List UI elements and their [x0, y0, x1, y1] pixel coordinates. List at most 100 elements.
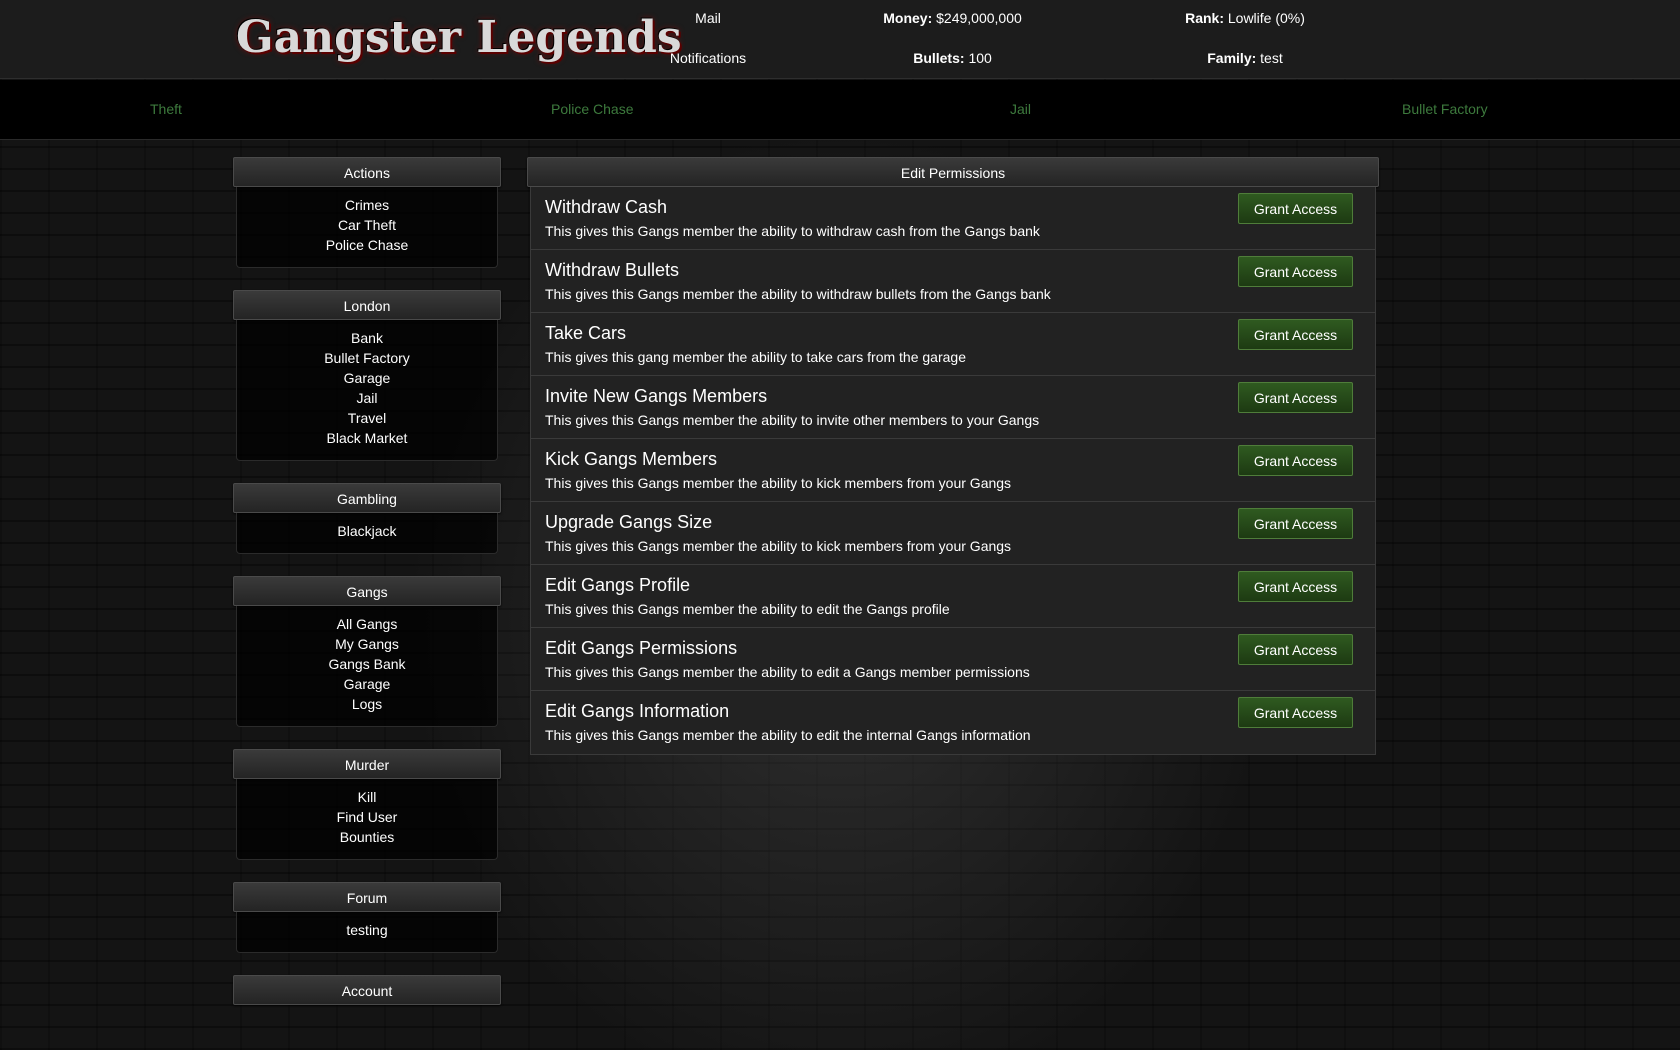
panel-links: Blackjack	[236, 513, 498, 554]
nav-link-theft[interactable]: Theft	[150, 101, 182, 117]
permissions-list: Withdraw Cash This gives this Gangs memb…	[530, 187, 1376, 755]
money-value: $249,000,000	[936, 10, 1022, 26]
permission-row: Withdraw Bullets This gives this Gangs m…	[531, 250, 1375, 313]
nav-link-police-chase[interactable]: Police Chase	[551, 101, 634, 117]
permission-title: Take Cars	[545, 323, 627, 343]
permission-title: Withdraw Cash	[545, 197, 668, 217]
permission-row: Kick Gangs Members This gives this Gangs…	[531, 439, 1375, 502]
permission-description: This gives this Gangs member the ability…	[545, 286, 1051, 302]
permission-description: This gives this Gangs member the ability…	[545, 601, 950, 617]
permission-title: Upgrade Gangs Size	[545, 512, 713, 532]
site-logo[interactable]: Gangster Legends	[236, 8, 682, 68]
grant-access-button[interactable]: Grant Access	[1238, 697, 1353, 728]
nav-link-bullet-factory[interactable]: Bullet Factory	[1402, 101, 1488, 117]
nav-link-jail[interactable]: Jail	[1010, 101, 1031, 117]
panel-title: Account	[233, 975, 501, 1005]
permission-description: This gives this Gangs member the ability…	[545, 727, 1031, 743]
sidebar: Actions Crimes Car Theft Police Chase Lo…	[233, 157, 501, 1027]
permission-title: Edit Gangs Information	[545, 701, 730, 721]
permission-row: Edit Gangs Permissions This gives this G…	[531, 628, 1375, 691]
sidebar-item-crimes[interactable]: Crimes	[237, 195, 497, 215]
grant-access-button[interactable]: Grant Access	[1238, 508, 1353, 539]
sidebar-item-bullet-factory[interactable]: Bullet Factory	[237, 348, 497, 368]
panel-links: Kill Find User Bounties	[236, 779, 498, 860]
sidebar-item-car-theft[interactable]: Car Theft	[237, 215, 497, 235]
bullets-value: 100	[968, 50, 992, 66]
bullets-label: Bullets:	[913, 50, 965, 66]
grant-access-button[interactable]: Grant Access	[1238, 382, 1353, 413]
notifications-link[interactable]: Notifications	[658, 50, 758, 66]
permission-row: Withdraw Cash This gives this Gangs memb…	[531, 187, 1375, 250]
sidebar-panel-account: Account	[233, 975, 501, 1005]
sidebar-item-all-gangs[interactable]: All Gangs	[237, 614, 497, 634]
family-stat: Family: test	[1145, 50, 1345, 66]
mail-link[interactable]: Mail	[668, 10, 748, 26]
rank-label: Rank:	[1185, 10, 1224, 26]
sidebar-item-bank[interactable]: Bank	[237, 328, 497, 348]
sidebar-panel-forum: Forum testing	[233, 882, 501, 953]
permission-description: This gives this Gangs member the ability…	[545, 223, 1040, 239]
permission-description: This gives this gang member the ability …	[545, 349, 966, 365]
sidebar-item-logs[interactable]: Logs	[237, 694, 497, 714]
permission-title: Invite New Gangs Members	[545, 386, 768, 406]
permission-row: Edit Gangs Profile This gives this Gangs…	[531, 565, 1375, 628]
panel-title: Murder	[233, 749, 501, 779]
sidebar-item-testing[interactable]: testing	[237, 920, 497, 940]
permission-row: Upgrade Gangs Size This gives this Gangs…	[531, 502, 1375, 565]
sidebar-item-black-market[interactable]: Black Market	[237, 428, 497, 448]
panel-links: Crimes Car Theft Police Chase	[236, 187, 498, 268]
bullets-stat: Bullets: 100	[860, 50, 1045, 66]
permission-row: Invite New Gangs Members This gives this…	[531, 376, 1375, 439]
permission-title: Edit Gangs Profile	[545, 575, 691, 595]
panel-title: Actions	[233, 157, 501, 187]
money-label: Money:	[883, 10, 933, 26]
sidebar-panel-gangs: Gangs All Gangs My Gangs Gangs Bank Gara…	[233, 576, 501, 727]
family-value[interactable]: test	[1260, 50, 1283, 66]
grant-access-button[interactable]: Grant Access	[1238, 319, 1353, 350]
sidebar-item-police-chase[interactable]: Police Chase	[237, 235, 497, 255]
rank-value: Lowlife (0%)	[1227, 10, 1305, 26]
panel-title: Gambling	[233, 483, 501, 513]
panel-links: testing	[236, 912, 498, 953]
permission-title: Kick Gangs Members	[545, 449, 718, 469]
sidebar-item-gangs-garage[interactable]: Garage	[237, 674, 497, 694]
family-label: Family:	[1207, 50, 1257, 66]
permission-description: This gives this Gangs member the ability…	[545, 538, 1012, 554]
sidebar-item-blackjack[interactable]: Blackjack	[237, 521, 497, 541]
grant-access-button[interactable]: Grant Access	[1238, 634, 1353, 665]
panel-title: Gangs	[233, 576, 501, 606]
sidebar-item-find-user[interactable]: Find User	[237, 807, 497, 827]
permission-description: This gives this Gangs member the ability…	[545, 475, 1012, 491]
panel-title: London	[233, 290, 501, 320]
panel-links: Bank Bullet Factory Garage Jail Travel B…	[236, 320, 498, 461]
permission-row: Take Cars This gives this gang member th…	[531, 313, 1375, 376]
sidebar-item-travel[interactable]: Travel	[237, 408, 497, 428]
rank-stat: Rank: Lowlife (0%)	[1145, 10, 1345, 26]
sidebar-panel-murder: Murder Kill Find User Bounties	[233, 749, 501, 860]
sidebar-item-gangs-bank[interactable]: Gangs Bank	[237, 654, 497, 674]
sidebar-panel-london: London Bank Bullet Factory Garage Jail T…	[233, 290, 501, 461]
permission-description: This gives this Gangs member the ability…	[545, 412, 1040, 428]
sidebar-item-garage[interactable]: Garage	[237, 368, 497, 388]
grant-access-button[interactable]: Grant Access	[1238, 571, 1353, 602]
panel-title: Forum	[233, 882, 501, 912]
sidebar-item-jail[interactable]: Jail	[237, 388, 497, 408]
sidebar-item-bounties[interactable]: Bounties	[237, 827, 497, 847]
permission-title: Withdraw Bullets	[545, 260, 680, 280]
sidebar-panel-actions: Actions Crimes Car Theft Police Chase	[233, 157, 501, 268]
permission-row: Edit Gangs Information This gives this G…	[531, 691, 1375, 754]
grant-access-button[interactable]: Grant Access	[1238, 193, 1353, 224]
quick-nav-bar: Theft Police Chase Jail Bullet Factory	[0, 80, 1680, 140]
sidebar-panel-gambling: Gambling Blackjack	[233, 483, 501, 554]
permission-title: Edit Gangs Permissions	[545, 638, 738, 658]
top-header: Gangster Legends Mail Notifications Mone…	[0, 0, 1680, 79]
sidebar-item-kill[interactable]: Kill	[237, 787, 497, 807]
grant-access-button[interactable]: Grant Access	[1238, 256, 1353, 287]
grant-access-button[interactable]: Grant Access	[1238, 445, 1353, 476]
panel-links: All Gangs My Gangs Gangs Bank Garage Log…	[236, 606, 498, 727]
edit-permissions-panel: Edit Permissions Withdraw Cash This give…	[527, 157, 1379, 755]
permission-description: This gives this Gangs member the ability…	[545, 664, 1030, 680]
page-title: Edit Permissions	[527, 157, 1379, 187]
sidebar-item-my-gangs[interactable]: My Gangs	[237, 634, 497, 654]
money-stat: Money: $249,000,000	[860, 10, 1045, 26]
